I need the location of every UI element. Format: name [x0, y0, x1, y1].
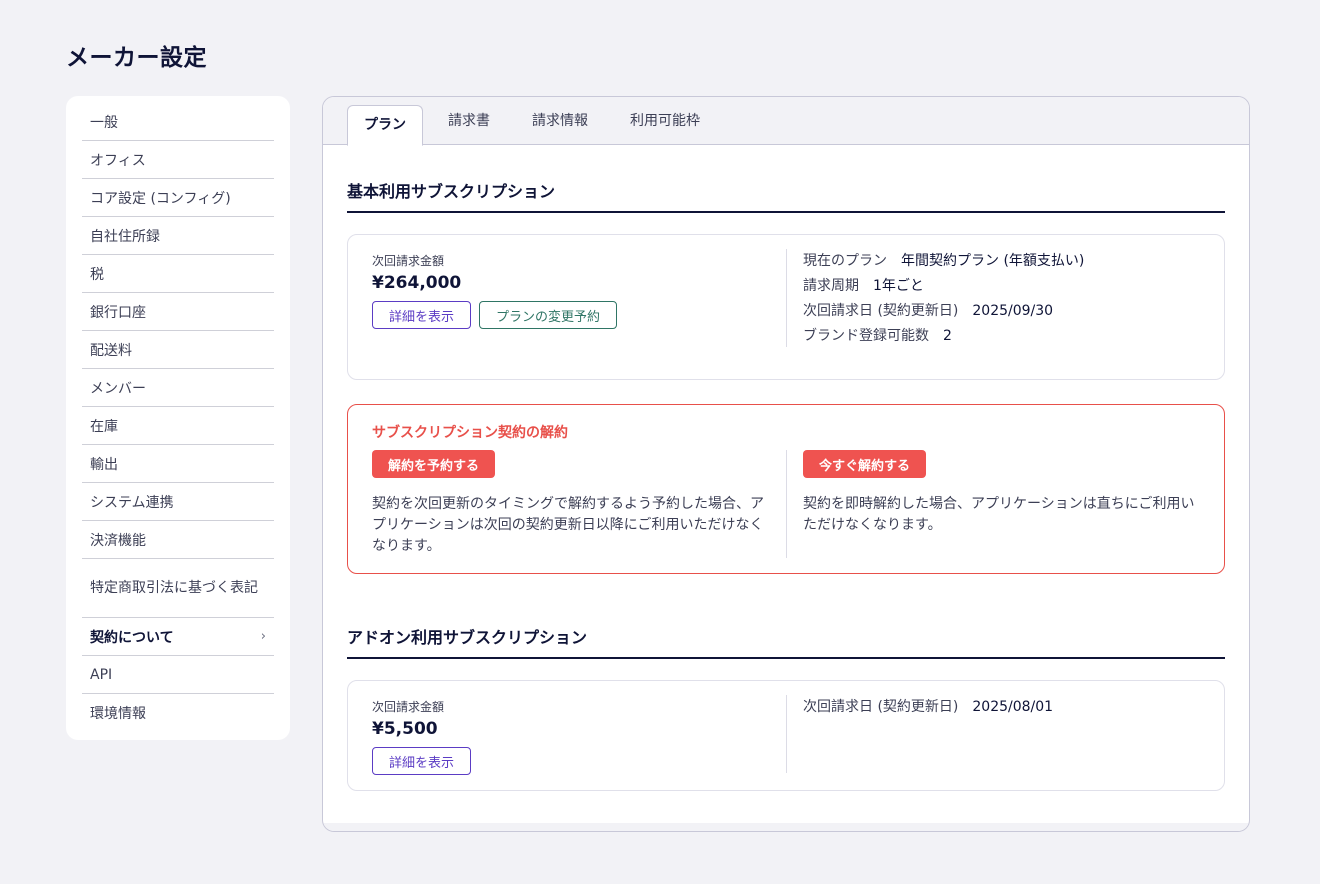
chevron-right-icon: › [260, 629, 266, 644]
sidebar-item-label: 輸出 [90, 456, 118, 473]
sidebar-item-label: 配送料 [90, 342, 132, 359]
sidebar-item-core-config[interactable]: コア設定 (コンフィグ) [82, 179, 274, 217]
tab-invoices[interactable]: 請求書 [448, 110, 490, 130]
sidebar-item-api[interactable]: API [82, 656, 274, 694]
sidebar-item-label: 在庫 [90, 418, 118, 435]
sidebar-item-label: 契約について [90, 629, 174, 646]
sidebar-item-label: コア設定 (コンフィグ) [90, 190, 231, 207]
info-label: 請求周期 [803, 278, 859, 294]
next-amount-label: 次回請求金額 [372, 700, 445, 714]
info-label: 次回請求日 (契約更新日) [803, 699, 959, 715]
card-divider [786, 450, 787, 558]
sidebar-item-system-integration[interactable]: システム連携 [82, 483, 274, 521]
reserve-cancel-button[interactable]: 解約を予約する [372, 450, 496, 478]
sidebar-item-label: システム連携 [90, 494, 174, 511]
info-value: 2025/09/30 [972, 303, 1054, 319]
sidebar-item-label: 自社住所録 [90, 228, 160, 245]
sidebar-item-label: オフィス [90, 152, 146, 169]
reserve-cancel-description: 契約を次回更新のタイミングで解約するよう予約した場合、アプリケーションは次回の契… [372, 496, 764, 554]
next-amount-value: ¥264,000 [372, 273, 462, 293]
view-details-button[interactable]: 詳細を表示 [372, 301, 472, 329]
cancel-subscription-card: サブスクリプション契約の解約 解約を予約する 契約を次回更新のタイミングで解約す… [347, 404, 1225, 574]
sidebar-item-bank-account[interactable]: 銀行口座 [82, 293, 274, 331]
sidebar-item-label: 決済機能 [90, 532, 146, 549]
cancel-now-description: 契約を即時解約した場合、アプリケーションは直ちにご利用いただけなくなります。 [803, 496, 1195, 533]
next-billing-date-row: 次回請求日 (契約更新日) 2025/09/30 [803, 302, 1203, 327]
sidebar-item-label: 一般 [90, 114, 118, 131]
sidebar-item-label: メンバー [90, 380, 146, 397]
sidebar-item-export[interactable]: 輸出 [82, 445, 274, 483]
sidebar-item-payment[interactable]: 決済機能 [82, 521, 274, 559]
billing-cycle-row: 請求周期 1年ごと [803, 277, 1203, 302]
info-label: ブランド登録可能数 [803, 328, 929, 344]
next-amount-label: 次回請求金額 [372, 254, 445, 268]
info-label: 次回請求日 (契約更新日) [803, 303, 959, 319]
sidebar-item-tax[interactable]: 税 [82, 255, 274, 293]
page-title: メーカー設定 [66, 45, 207, 71]
current-plan-row: 現在のプラン 年間契約プラン (年額支払い) [803, 252, 1203, 277]
sidebar-item-address-book[interactable]: 自社住所録 [82, 217, 274, 255]
next-billing-date-row: 次回請求日 (契約更新日) 2025/08/01 [803, 698, 1203, 723]
sidebar-item-label: API [90, 666, 113, 683]
cancel-title: サブスクリプション契約の解約 [372, 425, 568, 441]
sidebar-item-general[interactable]: 一般 [82, 103, 274, 141]
next-amount-value: ¥5,500 [372, 719, 438, 739]
sidebar-item-label: 特定商取引法に基づく表記 [90, 579, 258, 596]
basic-subscription-heading: 基本利用サブスクリプション [347, 178, 1225, 213]
schedule-plan-change-button[interactable]: プランの変更予約 [479, 301, 618, 329]
sidebar-item-label: 税 [90, 266, 104, 283]
sidebar-item-office[interactable]: オフィス [82, 141, 274, 179]
info-value: 2 [943, 328, 952, 344]
info-value: 2025/08/01 [972, 699, 1054, 715]
sidebar-item-label: 銀行口座 [90, 304, 146, 321]
brand-limit-row: ブランド登録可能数 2 [803, 327, 1203, 352]
basic-subscription-card: 次回請求金額 ¥264,000 詳細を表示 プランの変更予約 現在のプラン 年間契… [347, 234, 1225, 380]
sidebar-item-inventory[interactable]: 在庫 [82, 407, 274, 445]
info-value: 1年ごと [873, 278, 924, 294]
settings-sidebar: 一般 オフィス コア設定 (コンフィグ) 自社住所録 税 銀行口座 配送料 メン… [66, 96, 290, 740]
info-value: 年間契約プラン (年額支払い) [901, 253, 1085, 269]
addon-subscription-card: 次回請求金額 ¥5,500 詳細を表示 次回請求日 (契約更新日) 2025/08… [347, 680, 1225, 791]
view-details-button[interactable]: 詳細を表示 [372, 747, 472, 775]
tab-available-quota[interactable]: 利用可能枠 [630, 110, 700, 130]
card-divider [786, 695, 787, 773]
tab-billing-info[interactable]: 請求情報 [532, 110, 588, 130]
tab-plan[interactable]: プラン [347, 105, 423, 146]
sidebar-item-shipping-fee[interactable]: 配送料 [82, 331, 274, 369]
sidebar-item-contract[interactable]: 契約について › [82, 618, 274, 656]
addon-subscription-heading: アドオン利用サブスクリプション [347, 624, 1225, 659]
main-panel: プラン 請求書 請求情報 利用可能枠 基本利用サブスクリプション 次回請求金額 … [322, 96, 1250, 832]
cancel-now-button[interactable]: 今すぐ解約する [803, 450, 927, 478]
tab-bar: プラン 請求書 請求情報 利用可能枠 [323, 97, 1249, 146]
card-divider [786, 249, 787, 347]
info-label: 現在のプラン [803, 253, 887, 269]
panel-footer-strip [323, 823, 1249, 831]
sidebar-item-environment[interactable]: 環境情報 [82, 694, 274, 732]
sidebar-item-label: 環境情報 [90, 706, 146, 722]
sidebar-item-members[interactable]: メンバー [82, 369, 274, 407]
sidebar-item-commerce-law[interactable]: 特定商取引法に基づく表記 [82, 559, 274, 618]
